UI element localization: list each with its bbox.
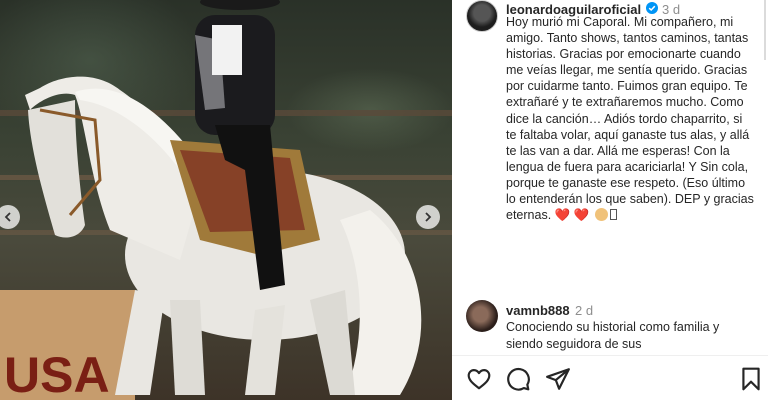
post-photo: USA (0, 0, 452, 400)
save-button[interactable] (738, 366, 764, 392)
heart-icon (467, 369, 491, 390)
verified-badge-icon (646, 2, 658, 14)
owner-avatar[interactable] (466, 0, 498, 32)
chevron-left-icon (4, 212, 11, 222)
unknown-glyph-icon (609, 209, 617, 221)
caption-text: Hoy murió mi Caporal. Mi compañero, mi a… (506, 15, 754, 223)
girl-emoji-icon (594, 208, 608, 222)
horse-rider-photo: USA (0, 0, 452, 400)
comment-text: Conociendo su historial como familia y s… (506, 320, 720, 351)
like-button[interactable] (466, 366, 492, 392)
commenter-username[interactable]: vamnb888 (506, 303, 570, 318)
comment-bubble-icon (507, 367, 530, 391)
scrollbar[interactable] (764, 0, 766, 60)
next-photo-button[interactable] (416, 205, 440, 229)
comment-button[interactable] (505, 366, 531, 392)
banner-text: USA (4, 347, 110, 400)
bookmark-icon (742, 367, 760, 391)
post-caption: Hoy murió mi Caporal. Mi compañero, mi a… (506, 14, 756, 223)
caption-hearts: ❤️ ❤️ (554, 208, 590, 223)
actions-divider (452, 355, 768, 356)
send-icon (546, 368, 570, 390)
share-button[interactable] (545, 366, 571, 392)
commenter-avatar[interactable] (466, 300, 498, 332)
chevron-right-icon (425, 212, 432, 222)
comment-time[interactable]: 2 d (575, 303, 593, 318)
